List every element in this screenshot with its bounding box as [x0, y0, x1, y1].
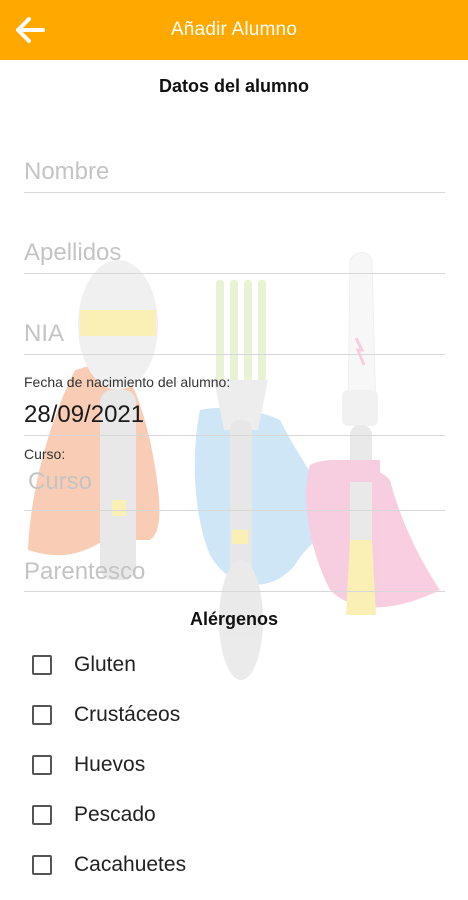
- parentesco-placeholder: Parentesco: [24, 558, 146, 585]
- checkbox[interactable]: [32, 655, 52, 675]
- arrow-left-icon: [16, 17, 45, 43]
- back-button[interactable]: [10, 12, 50, 48]
- alergeno-label: Cacahuetes: [74, 853, 187, 876]
- alergeno-label: Gluten: [74, 653, 136, 676]
- app-bar: Añadir Alumno: [0, 0, 468, 60]
- checkbox[interactable]: [32, 855, 52, 875]
- alergeno-label: Crustáceos: [74, 703, 181, 726]
- alergeno-gluten[interactable]: Gluten: [32, 647, 136, 683]
- parentesco-field[interactable]: Parentesco: [24, 548, 445, 592]
- alergeno-huevos[interactable]: Huevos: [32, 747, 145, 783]
- page-title: Añadir Alumno: [170, 19, 298, 40]
- alergeno-cacahuetes[interactable]: Cacahuetes: [32, 847, 186, 883]
- fecha-nacimiento-value: 28/09/2021: [24, 401, 145, 428]
- apellidos-field[interactable]: Apellidos: [24, 228, 445, 274]
- nombre-field[interactable]: Nombre: [24, 148, 445, 193]
- checkbox[interactable]: [32, 805, 52, 825]
- nia-field[interactable]: NIA: [24, 309, 445, 355]
- curso-select[interactable]: Curso: [24, 462, 445, 511]
- apellidos-placeholder: Apellidos: [24, 239, 122, 266]
- alergeno-label: Pescado: [74, 803, 156, 826]
- section-title-alergenos: Alérgenos: [189, 609, 279, 629]
- nombre-placeholder: Nombre: [24, 158, 110, 185]
- alergeno-crustaceos[interactable]: Crustáceos: [32, 697, 180, 733]
- fecha-nacimiento-label: Fecha de nacimiento del alumno:: [24, 374, 231, 390]
- checkbox[interactable]: [32, 755, 52, 775]
- fecha-nacimiento-field[interactable]: 28/09/2021: [24, 392, 445, 436]
- section-title-datos: Datos del alumno: [158, 76, 310, 96]
- curso-placeholder: Curso: [28, 468, 93, 495]
- alergeno-label: Huevos: [74, 753, 146, 776]
- curso-label: Curso:: [24, 446, 66, 462]
- nia-placeholder: NIA: [24, 320, 65, 347]
- alergeno-pescado[interactable]: Pescado: [32, 797, 156, 833]
- checkbox[interactable]: [32, 705, 52, 725]
